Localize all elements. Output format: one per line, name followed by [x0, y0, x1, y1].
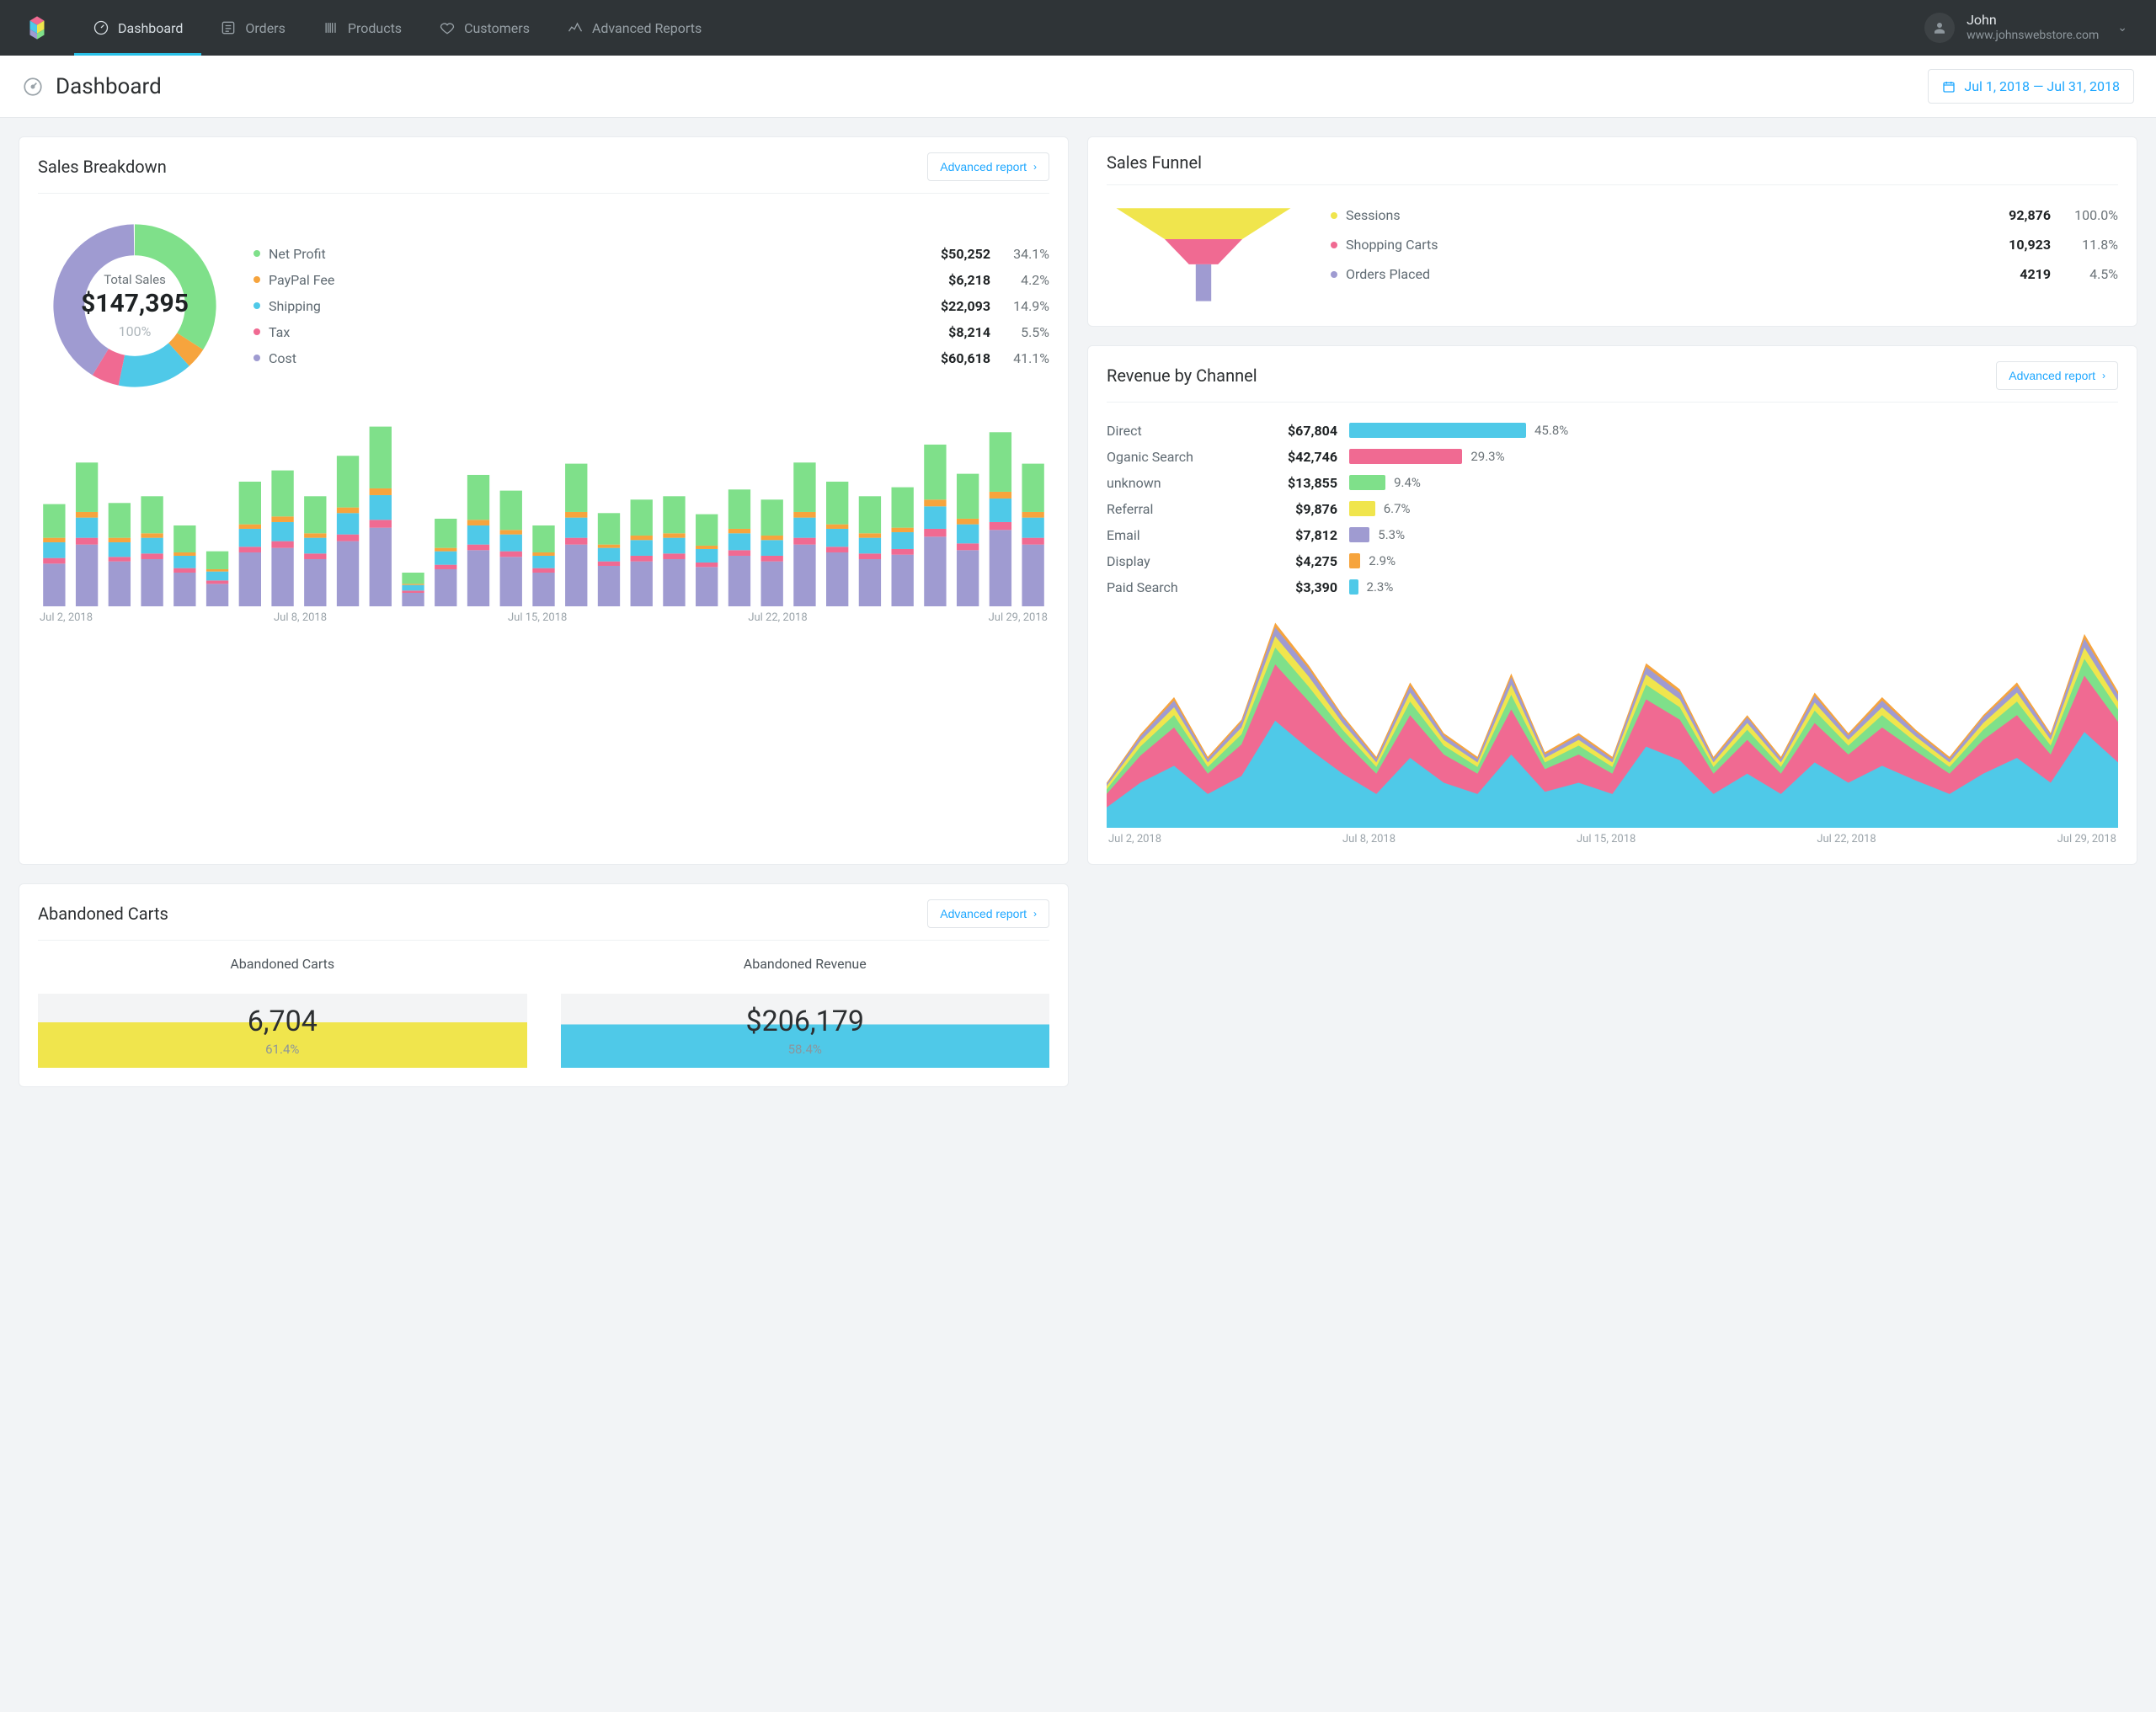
gauge-icon: [22, 76, 44, 98]
total-sales-value: $147,395: [81, 289, 189, 318]
legend-dot: [1331, 212, 1337, 219]
legend-dot: [253, 276, 260, 283]
logo[interactable]: [0, 0, 74, 56]
nav-item-dashboard[interactable]: Dashboard: [74, 0, 201, 56]
advanced-report-button[interactable]: Advanced report ›: [927, 899, 1049, 928]
funnel-row: Orders Placed42194.5%: [1331, 259, 2118, 289]
channel-row: Paid Search$3,3902.3%: [1107, 574, 2118, 600]
chevron-right-icon: ›: [1033, 161, 1037, 173]
card-title: Sales Funnel: [1107, 152, 1202, 173]
donut-chart: Total Sales $147,395 100%: [38, 209, 232, 403]
user-name: John: [1967, 12, 2099, 29]
chevron-right-icon: ›: [1033, 908, 1037, 920]
legend-row: Net Profit$50,25234.1%: [253, 241, 1049, 267]
card-sales-funnel: Sales Funnel Sessions92,876100.0%Shoppin…: [1087, 136, 2137, 327]
funnel-chart: [1107, 200, 1300, 307]
advanced-report-button[interactable]: Advanced report ›: [1996, 361, 2118, 390]
funnel-row: Shopping Carts10,92311.8%: [1331, 230, 2118, 259]
legend-dot: [253, 328, 260, 335]
channel-bar: [1349, 475, 1385, 490]
top-nav: DashboardOrdersProductsCustomersAdvanced…: [0, 0, 2156, 56]
legend-dot: [1331, 242, 1337, 248]
total-sales-label: Total Sales: [104, 272, 166, 287]
sales-breakdown-legend: Net Profit$50,25234.1%PayPal Fee$6,2184.…: [253, 241, 1049, 371]
legend-row: Cost$60,61841.1%: [253, 345, 1049, 371]
nav-item-advanced-reports[interactable]: Advanced Reports: [548, 0, 720, 56]
date-range-picker[interactable]: Jul 1, 2018 — Jul 31, 2018: [1928, 69, 2134, 104]
legend-dot: [253, 355, 260, 361]
nav-icon: [567, 19, 584, 36]
channel-bar: [1349, 553, 1360, 568]
nav-icon: [220, 19, 237, 36]
legend-row: Tax$8,2145.5%: [253, 319, 1049, 345]
card-title: Revenue by Channel: [1107, 365, 1257, 386]
chevron-down-icon: ⌄: [2111, 21, 2134, 35]
funnel-row: Sessions92,876100.0%: [1331, 200, 2118, 230]
channel-bar: [1349, 423, 1526, 438]
chevron-right-icon: ›: [2102, 370, 2105, 381]
stacked-bar-chart: Jul 2, 2018Jul 8, 2018Jul 15, 2018Jul 22…: [38, 421, 1049, 624]
channel-row: Oganic Search$42,74629.3%: [1107, 444, 2118, 470]
nav-icon: [93, 19, 109, 36]
channel-row: unknown$13,8559.4%: [1107, 470, 2118, 496]
legend-row: PayPal Fee$6,2184.2%: [253, 267, 1049, 293]
legend-dot: [253, 250, 260, 257]
channel-bar: [1349, 527, 1369, 542]
card-revenue-by-channel: Revenue by Channel Advanced report › Dir…: [1087, 345, 2137, 865]
abandoned-metric: Abandoned Revenue$206,17958.4%: [561, 956, 1050, 1068]
channel-bar: [1349, 579, 1358, 595]
page-title: Dashboard: [56, 74, 162, 99]
channel-bar: [1349, 449, 1462, 464]
nav-icon: [439, 19, 456, 36]
advanced-report-button[interactable]: Advanced report ›: [927, 152, 1049, 181]
user-menu[interactable]: John www.johnswebstore.com ⌄: [1916, 0, 2156, 56]
channel-bar: [1349, 501, 1375, 516]
card-title: Sales Breakdown: [38, 157, 167, 177]
user-site: www.johnswebstore.com: [1967, 29, 2099, 44]
legend-dot: [1331, 271, 1337, 278]
legend-row: Shipping$22,09314.9%: [253, 293, 1049, 319]
page-header: Dashboard Jul 1, 2018 — Jul 31, 2018: [0, 56, 2156, 118]
nav-icon: [323, 19, 339, 36]
date-range-label: Jul 1, 2018 — Jul 31, 2018: [1964, 78, 2120, 94]
channel-row: Direct$67,80445.8%: [1107, 418, 2118, 444]
avatar-icon: [1924, 13, 1955, 43]
nav-item-products[interactable]: Products: [304, 0, 420, 56]
channel-row: Email$7,8125.3%: [1107, 522, 2118, 548]
total-sales-pct: 100%: [119, 323, 152, 339]
card-title: Abandoned Carts: [38, 904, 168, 924]
channel-row: Referral$9,8766.7%: [1107, 496, 2118, 522]
card-abandoned-carts: Abandoned Carts Advanced report › Abando…: [19, 883, 1069, 1087]
calendar-icon: [1942, 80, 1956, 93]
legend-dot: [253, 302, 260, 309]
card-sales-breakdown: Sales Breakdown Advanced report › Total …: [19, 136, 1069, 865]
area-chart: Jul 2, 2018Jul 8, 2018Jul 15, 2018Jul 22…: [1107, 617, 2118, 845]
nav-item-orders[interactable]: Orders: [201, 0, 303, 56]
channel-row: Display$4,2752.9%: [1107, 548, 2118, 574]
nav-item-customers[interactable]: Customers: [420, 0, 548, 56]
abandoned-metric: Abandoned Carts6,70461.4%: [38, 956, 527, 1068]
